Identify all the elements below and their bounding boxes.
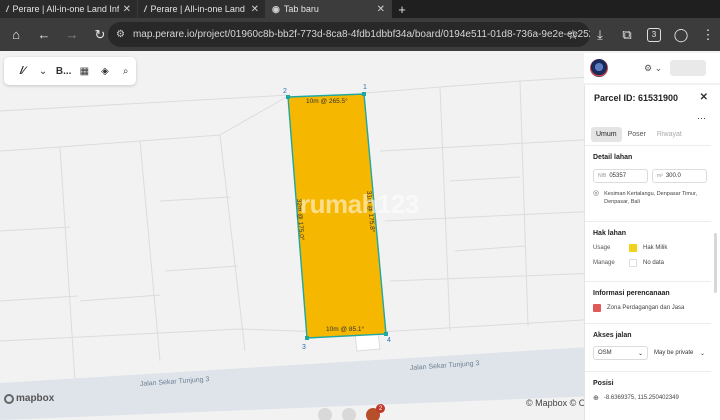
profile-icon[interactable]: ◯ [669, 23, 693, 47]
private-select[interactable]: May be private ⌄ [652, 346, 707, 360]
perare-favicon-icon: / [144, 4, 147, 14]
menu-dots-icon[interactable]: ⋮ [696, 23, 720, 47]
section-title: Informasi perencanaan [593, 290, 670, 297]
section-detail-lahan: Detail lahan NIB 05357 m² 300.0 ◎ Kesiman … [585, 145, 711, 221]
perare-favicon-icon: / [6, 4, 9, 14]
close-tab-icon[interactable]: ✕ [377, 4, 385, 15]
chevron-down-icon[interactable]: ⌄ [33, 66, 54, 77]
nib-prefix: NIB [598, 173, 607, 179]
notification-badge: 2 [376, 404, 385, 413]
area-value: 300.0 [665, 173, 681, 179]
private-label: May be private [654, 350, 694, 356]
area-prefix: m² [657, 173, 663, 179]
site-info-icon[interactable]: ⚙ [116, 29, 125, 40]
section-title: Posisi [593, 380, 614, 387]
panel-tabs: Umum Poser Riwayat [591, 127, 688, 142]
browser-toolbar: ⌂ ← → ↻ ⚙ map.perare.io/project/01960c8b… [0, 18, 720, 51]
url-text: map.perare.io/project/01960c8b-bb2f-773d… [132, 29, 590, 40]
browser-tab-1[interactable]: / Perare | All-in-one Land Info ✕ [0, 0, 138, 18]
nib-value: 05357 [609, 173, 627, 179]
bottom-floating-buttons: 2 [318, 404, 395, 420]
edge-label-top: 10m @ 265.5° [306, 97, 348, 105]
section-title: Hak lahan [593, 230, 627, 237]
osm-select[interactable]: OSM ⌄ [593, 346, 648, 360]
primary-button-disabled[interactable] [670, 60, 707, 76]
mapbox-label: mapbox [16, 393, 55, 404]
close-icon[interactable]: ✕ [700, 92, 708, 103]
map-toolbar: /⁄ ⌄ B... ▦ ◈ ⌕ [4, 57, 136, 85]
osm-label: OSM [598, 350, 612, 356]
manage-key: Manage [593, 260, 615, 266]
crosshair-icon: ⊕ [593, 395, 599, 402]
panel-topbar: ⚙ ⌄ [584, 53, 720, 83]
translate-icon[interactable]: ⧉ [615, 23, 639, 47]
corner-label: 1 [363, 84, 367, 91]
back-icon[interactable]: ← [32, 23, 56, 47]
perare-logo-icon[interactable]: /⁄ [12, 65, 33, 77]
download-icon[interactable]: ⤓ [588, 23, 612, 47]
section-title: Akses jalan [593, 332, 632, 339]
grid-icon[interactable]: ▦ [74, 66, 95, 77]
action-button[interactable] [318, 408, 332, 420]
panel-scrollbar[interactable] [714, 233, 717, 293]
section-akses-jalan: Akses jalan OSM ⌄ May be private ⌄ [585, 323, 711, 371]
usage-key: Usage [593, 245, 611, 251]
layers-icon[interactable]: ◈ [95, 66, 116, 77]
usage-value: Hak Milik [643, 245, 668, 251]
corner-label: 2 [283, 88, 287, 95]
map-attribution[interactable]: © Mapbox © Op [526, 398, 591, 408]
browser-tab-3[interactable]: ◉ Tab baru ✕ [266, 0, 392, 18]
tab-umum[interactable]: Umum [591, 127, 622, 142]
user-avatar[interactable] [590, 59, 608, 77]
toolbar-right-icons: ☆ ⤓ ⧉ 3 ◯ ⋮ [558, 18, 720, 51]
more-options-icon[interactable]: ⋯ [697, 113, 706, 124]
posisi-value[interactable]: -8.6369375, 115.250402349 [604, 395, 679, 401]
browser-tab-2[interactable]: / Perare | All-in-one Land Info ✕ [138, 0, 266, 18]
corner-label: 3 [302, 344, 306, 351]
section-title: Detail lahan [593, 154, 633, 161]
zona-value: Zona Perdagangan dan Jasa [607, 305, 685, 311]
board-name[interactable]: B... [53, 66, 74, 77]
parcel-panel: Parcel ID: 61531900 ✕ ⋯ Umum Poser Riway… [584, 85, 720, 420]
location-pin-icon: ◎ [593, 190, 600, 197]
location-text: Kesiman Kertalangu, Denpasar Timur, Denp… [604, 191, 698, 205]
tab-title: Perare | All-in-one Land Info [12, 4, 119, 14]
forward-icon[interactable]: → [60, 23, 84, 47]
home-icon[interactable]: ⌂ [4, 23, 28, 47]
chevron-down-icon: ⌄ [699, 350, 705, 357]
area-field[interactable]: m² 300.0 [652, 169, 707, 183]
bookmark-star-icon[interactable]: ☆ [561, 23, 585, 47]
zona-swatch [593, 304, 601, 312]
edge-label-bottom: 10m @ 85.1° [326, 325, 365, 333]
action-button[interactable] [342, 408, 356, 420]
close-tab-icon[interactable]: ✕ [123, 4, 131, 15]
address-bar[interactable]: ⚙ map.perare.io/project/01960c8b-bb2f-77… [108, 22, 590, 47]
section-posisi: Posisi ⊕ -8.6369375, 115.250402349 [585, 371, 711, 420]
extension-badge[interactable]: 3 [642, 23, 666, 47]
browser-tab-strip: / Perare | All-in-one Land Info ✕ / Pera… [0, 0, 720, 18]
section-hak-lahan: Hak lahan Usage Hak Milik Manage No data [585, 221, 711, 281]
tab-title: Tab baru [283, 4, 319, 14]
corner-label: 4 [387, 337, 391, 344]
usage-swatch [629, 244, 637, 252]
tab-title: Perare | All-in-one Land Info [150, 4, 247, 14]
mapbox-icon [4, 393, 14, 404]
search-icon[interactable]: ⌕ [115, 66, 136, 77]
tab-poser[interactable]: Poser [623, 127, 651, 142]
settings-icon[interactable]: ⚙ ⌄ [644, 63, 662, 74]
close-tab-icon[interactable]: ✕ [251, 4, 259, 15]
manage-swatch [629, 259, 637, 267]
watermark-text: rumah123 [300, 189, 419, 219]
tab-riwayat[interactable]: Riwayat [652, 127, 687, 142]
panel-header: Parcel ID: 61531900 ✕ [585, 85, 720, 111]
manage-value: No data [643, 260, 665, 266]
chevron-down-icon: ⌄ [637, 350, 643, 357]
mapbox-logo[interactable]: mapbox [4, 393, 54, 404]
nib-field[interactable]: NIB 05357 [593, 169, 648, 183]
parcel-id: Parcel ID: 61531900 [594, 93, 679, 103]
new-tab-icon[interactable]: + [392, 0, 412, 18]
chrome-favicon-icon: ◉ [272, 3, 280, 14]
section-perencanaan: Informasi perencanaan Zona Perdagangan d… [585, 281, 711, 323]
